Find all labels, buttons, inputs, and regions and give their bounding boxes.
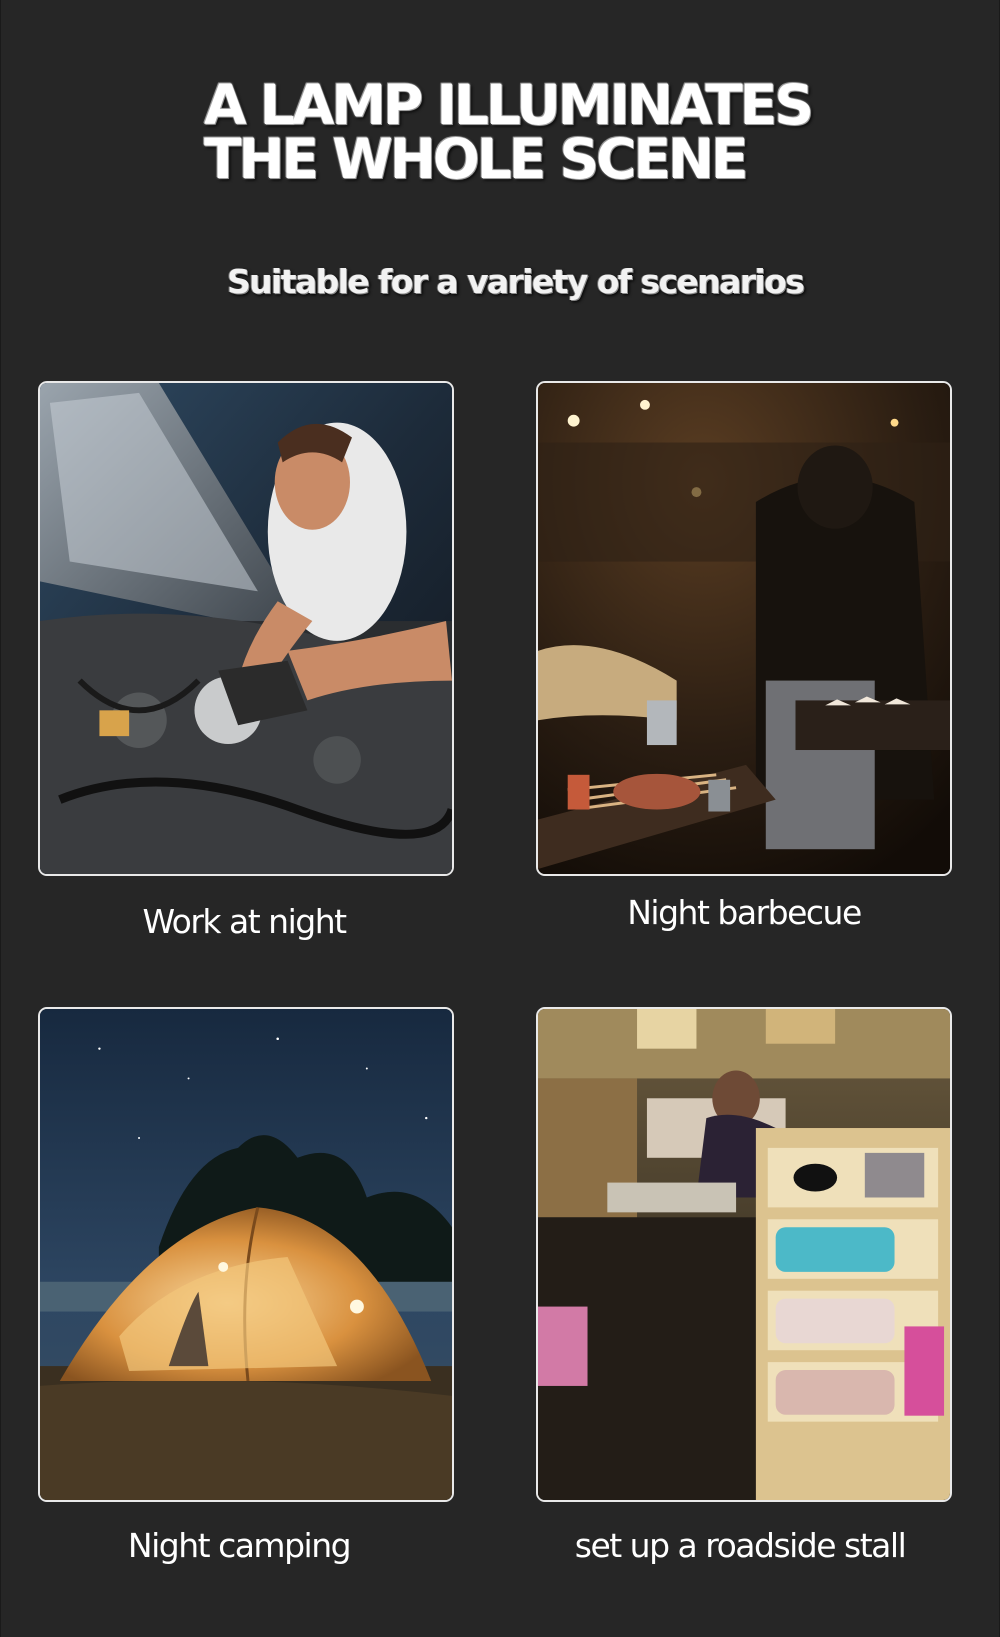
scene-caption-night-barbecue: Night barbecue xyxy=(627,893,862,932)
night-market-stall-photo xyxy=(538,1009,950,1500)
scene-caption-night-camping: Night camping xyxy=(127,1526,352,1565)
scene-caption-roadside-stall: set up a roadside stall xyxy=(574,1526,907,1565)
night-barbecue-grill-photo xyxy=(538,383,950,874)
headline-line-2: THE WHOLE SCENE xyxy=(204,127,749,191)
scene-card-roadside-stall xyxy=(536,1007,952,1502)
scene-caption-work-at-night: Work at night xyxy=(142,902,347,941)
headline: A LAMP ILLUMINATES THE WHOLE SCENE xyxy=(204,73,844,191)
mechanic-under-car-hood-photo xyxy=(40,383,452,874)
lit-tent-under-night-sky-photo xyxy=(40,1009,452,1500)
scene-card-night-barbecue xyxy=(536,381,952,876)
scenario-page: A LAMP ILLUMINATES THE WHOLE SCENE Suita… xyxy=(0,0,1000,1637)
headline-line-1: A LAMP ILLUMINATES xyxy=(204,73,814,137)
subtitle: Suitable for a variety of scenarios xyxy=(227,262,805,301)
scene-card-night-camping xyxy=(38,1007,454,1502)
scene-card-work-at-night xyxy=(38,381,454,876)
